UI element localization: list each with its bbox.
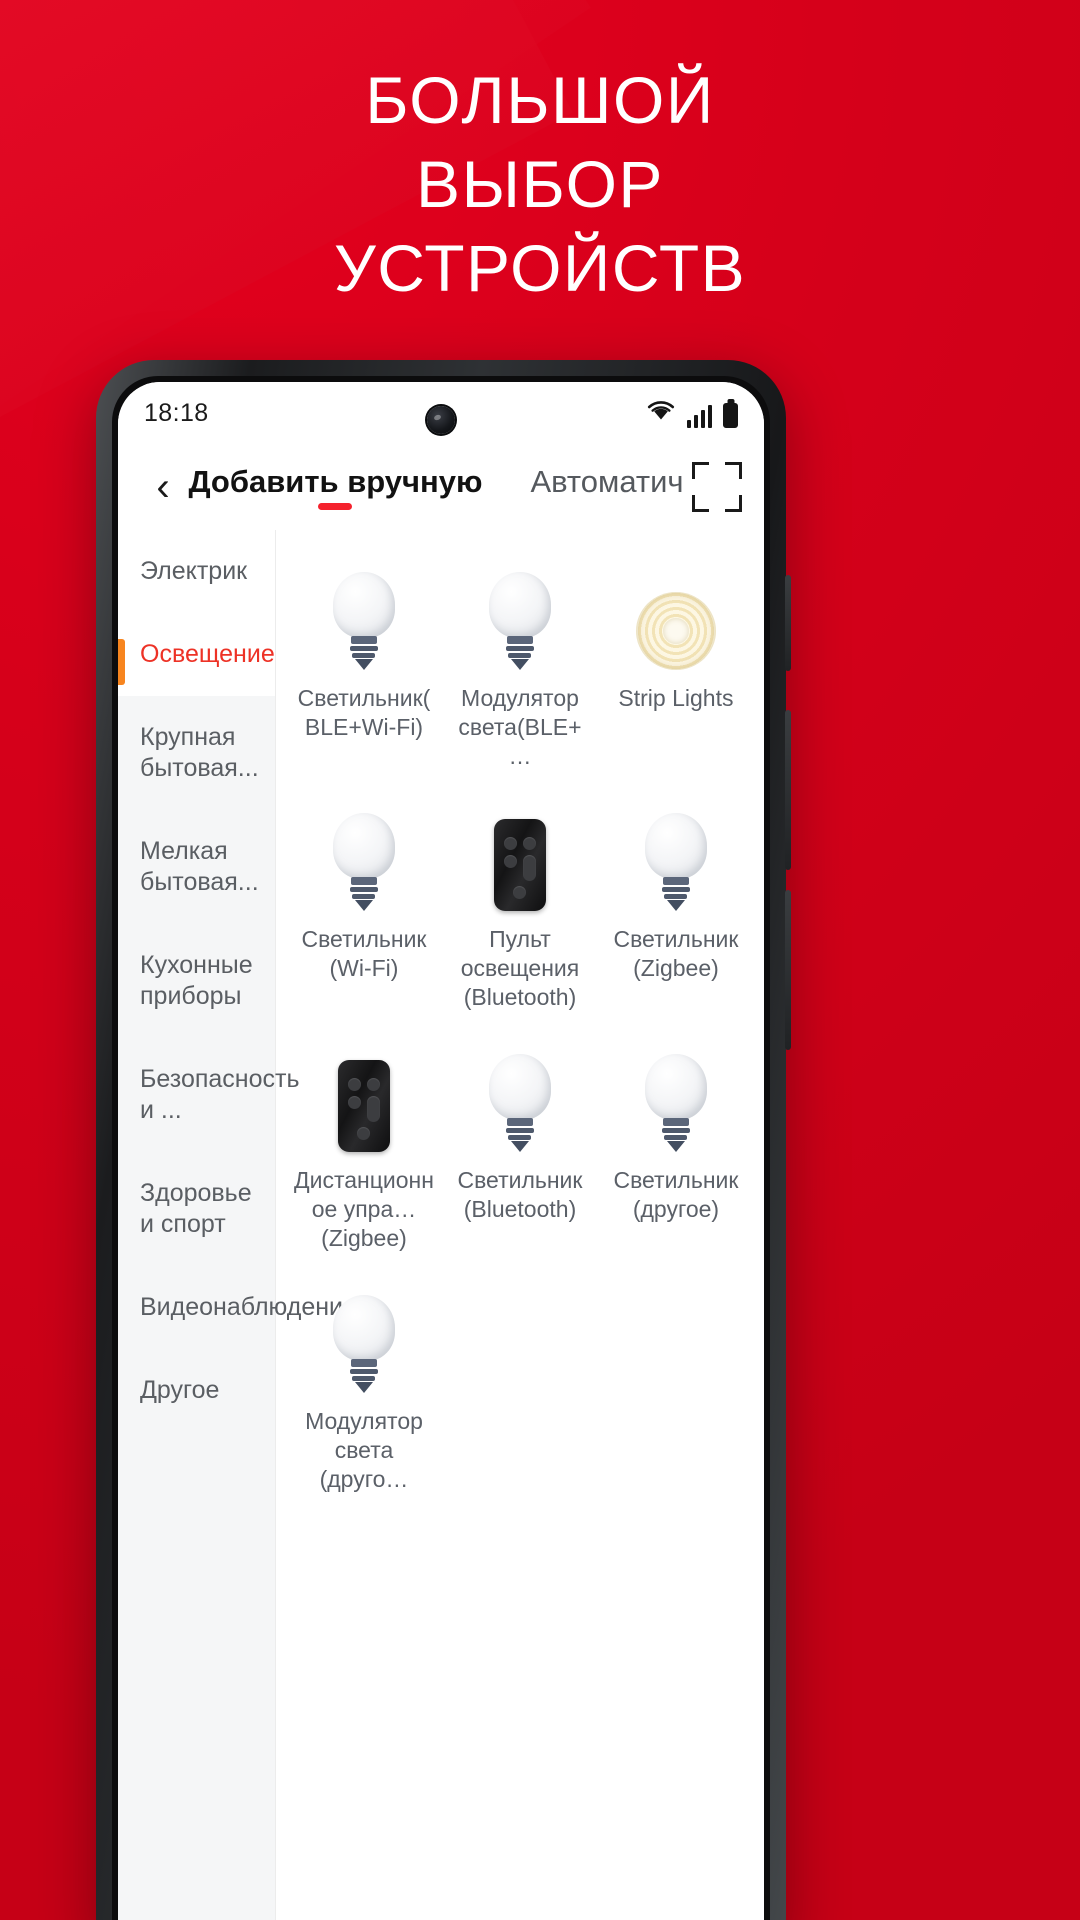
light-bulb-icon: [332, 1295, 395, 1393]
headline-line-2: ВЫБОР: [416, 147, 664, 221]
status-bar: 18:18: [118, 382, 764, 444]
tab-auto-discover-label: Автоматич: [530, 464, 684, 499]
device-tile-label: Модулятор света(BLE+…: [458, 685, 582, 769]
device-grid: Светильник(BLE+Wi-Fi) Модулятор света(BL…: [276, 530, 764, 1920]
device-tile[interactable]: Пульт освещения (Bluetooth): [442, 799, 598, 1040]
headline-line-1: БОЛЬШОЙ: [365, 63, 715, 137]
device-tile[interactable]: Светильник (Wi-Fi): [286, 799, 442, 1040]
status-bar-time: 18:18: [144, 398, 209, 427]
tab-auto-discover[interactable]: Автоматич: [530, 464, 683, 510]
sidebar-item-video-surveillance[interactable]: Видеонаблюдение: [118, 1266, 357, 1349]
device-tile-label: Пульт освещения (Bluetooth): [460, 926, 580, 1010]
sidebar-item-large-appliances[interactable]: Крупная бытовая...: [118, 696, 275, 810]
light-bulb-icon: [488, 572, 551, 670]
sidebar-item-label: Видеонаблюдение: [140, 1293, 357, 1321]
device-tile[interactable]: Светильник (другое): [598, 1040, 754, 1281]
light-bulb-icon: [488, 1054, 551, 1152]
app-header: ‹ Добавить вручную Автоматич: [118, 444, 764, 530]
device-tile-label: Дистанционное упра… (Zigbee): [294, 1167, 434, 1251]
device-tile-label: Светильник(BLE+Wi-Fi): [297, 685, 431, 740]
remote-control-icon: [493, 815, 546, 911]
status-bar-icons: [646, 399, 738, 428]
light-bulb-icon: [332, 572, 395, 670]
sidebar-item-label: Здоровье и спорт: [140, 1179, 252, 1238]
light-bulb-icon: [644, 1054, 707, 1152]
device-tile-label: Светильник (Zigbee): [613, 926, 739, 981]
category-sidebar[interactable]: Электрик Освещение Крупная бытовая... Ме…: [118, 530, 357, 1920]
sidebar-item-label: Другое: [140, 1376, 220, 1404]
tab-add-manually-label: Добавить вручную: [188, 464, 483, 499]
device-tile[interactable]: Модулятор света(BLE+…: [442, 558, 598, 799]
sidebar-item-label: Кухонные приборы: [140, 951, 253, 1010]
device-tile[interactable]: Светильник(BLE+Wi-Fi): [286, 558, 442, 799]
device-tile-label: Светильник (Bluetooth): [457, 1167, 583, 1222]
phone-side-button-top: [785, 575, 791, 671]
sidebar-item-label: Крупная бытовая...: [140, 723, 259, 782]
camera-glint: [433, 414, 442, 421]
qr-scan-icon[interactable]: [692, 462, 742, 512]
phone-screen: 18:18 ‹ Добавить вручную Автоматич Элект…: [118, 382, 764, 1920]
content-area: Электрик Освещение Крупная бытовая... Ме…: [118, 530, 764, 1920]
sidebar-item-lighting[interactable]: Освещение: [118, 613, 275, 696]
sidebar-item-electrician[interactable]: Электрик: [118, 530, 275, 613]
sidebar-item-label: Мелкая бытовая...: [140, 837, 259, 896]
sidebar-item-kitchen-appliances[interactable]: Кухонные приборы: [118, 924, 275, 1038]
back-button[interactable]: ‹: [140, 464, 186, 510]
promo-headline: БОЛЬШОЙ ВЫБОР УСТРОЙСТВ: [0, 58, 1080, 310]
device-tile-label: Светильник (другое): [613, 1167, 739, 1222]
phone-volume-up-button: [785, 710, 791, 870]
sidebar-active-bar: [118, 639, 125, 685]
device-tile-label: Модулятор света (друго…: [305, 1408, 423, 1492]
device-tile[interactable]: Strip Lights: [598, 558, 754, 799]
tab-active-indicator: [318, 503, 353, 510]
light-bulb-icon: [332, 813, 395, 911]
cellular-signal-icon: [686, 404, 712, 428]
headline-line-3: УСТРОЙСТВ: [333, 231, 747, 305]
device-tile[interactable]: Дистанционное упра… (Zigbee): [286, 1040, 442, 1281]
sidebar-item-security[interactable]: Безопасность и ...: [118, 1038, 299, 1152]
phone-bezel: 18:18 ‹ Добавить вручную Автоматич Элект…: [112, 376, 770, 1920]
phone-mockup: 18:18 ‹ Добавить вручную Автоматич Элект…: [96, 360, 791, 1920]
tab-add-manually[interactable]: Добавить вручную: [188, 464, 482, 510]
device-tile[interactable]: Светильник (Zigbee): [598, 799, 754, 1040]
sidebar-item-health-sport[interactable]: Здоровье и спорт: [118, 1152, 275, 1266]
device-tile-label: Strip Lights: [618, 685, 734, 711]
remote-control-icon: [337, 1056, 390, 1152]
sidebar-item-label: Электрик: [140, 557, 248, 585]
phone-volume-down-button: [785, 890, 791, 1050]
header-tabs: Добавить вручную Автоматич: [186, 464, 686, 510]
wifi-icon: [646, 399, 676, 428]
light-strip-icon: [635, 574, 716, 670]
sidebar-item-label: Освещение: [140, 640, 275, 668]
light-bulb-icon: [644, 813, 707, 911]
sidebar-item-small-appliances[interactable]: Мелкая бытовая...: [118, 810, 275, 924]
battery-full-icon: [723, 402, 738, 428]
sidebar-item-other[interactable]: Другое: [118, 1349, 275, 1432]
front-camera-punch-hole: [427, 406, 455, 434]
device-tile[interactable]: Светильник (Bluetooth): [442, 1040, 598, 1281]
device-tile-label: Светильник (Wi-Fi): [301, 926, 427, 981]
